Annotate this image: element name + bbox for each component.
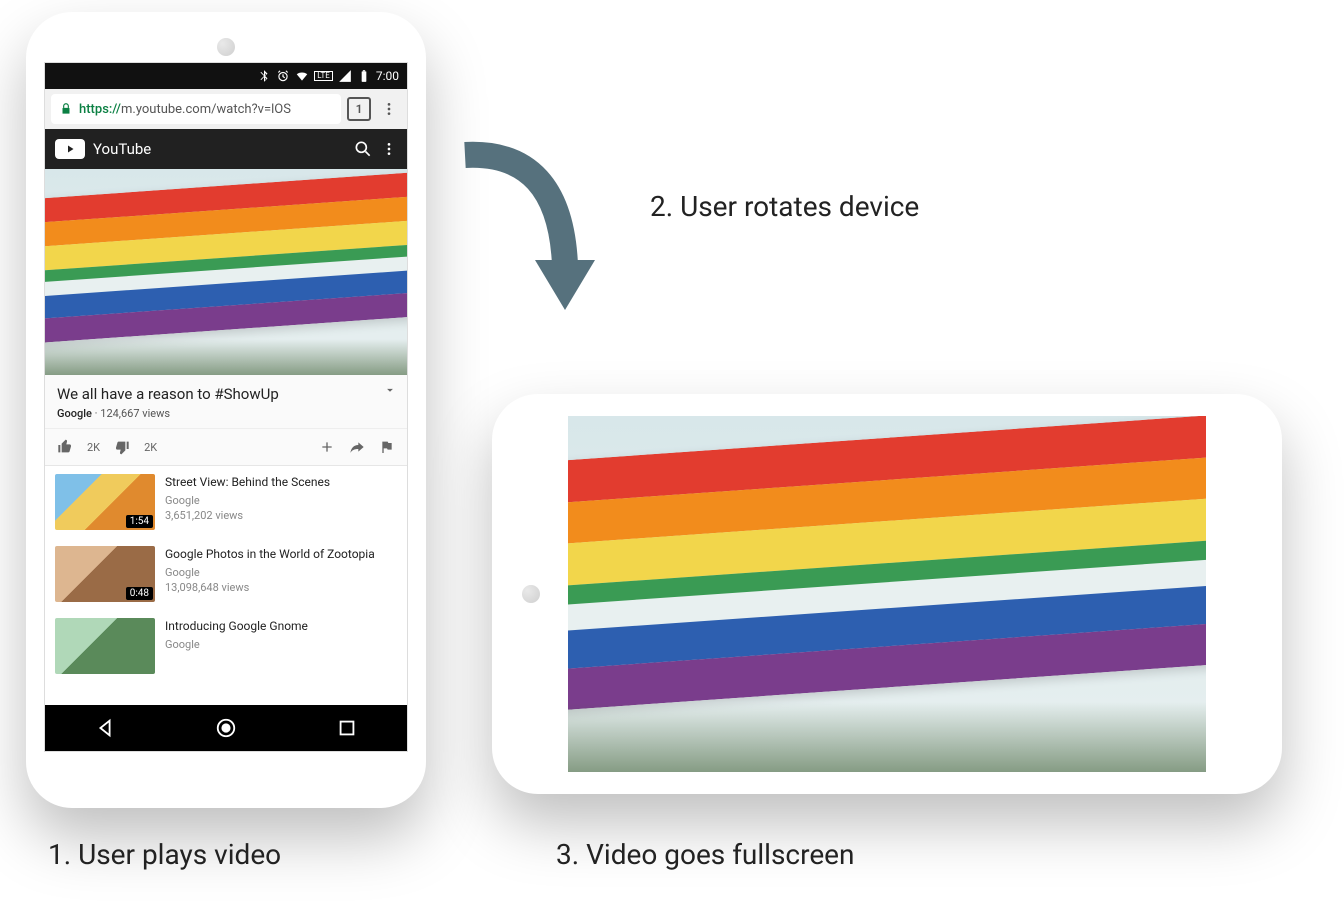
chevron-down-icon[interactable]: [383, 383, 397, 397]
palms: [45, 339, 407, 375]
share-icon[interactable]: [349, 439, 365, 455]
video-actions: 2K 2K: [45, 429, 407, 466]
screen: LTE 7:00 https://m.youtube.com/watch?v=l…: [44, 62, 408, 752]
video-thumbnail: 1:54: [55, 474, 155, 530]
battery-icon: [357, 69, 371, 83]
more-vert-icon[interactable]: [381, 141, 397, 157]
related-channel: Google: [165, 493, 330, 508]
caption-step-3: 3. Video goes fullscreen: [556, 838, 854, 871]
related-item[interactable]: 1:54 Street View: Behind the Scenes Goog…: [45, 466, 407, 538]
lock-icon: [59, 102, 73, 116]
caption-step-2: 2. User rotates device: [650, 190, 919, 223]
wifi-icon: [295, 69, 309, 83]
related-list: 1:54 Street View: Behind the Scenes Goog…: [45, 466, 407, 682]
status-time: 7:00: [376, 69, 399, 83]
back-icon[interactable]: [94, 717, 116, 739]
related-channel: Google: [165, 637, 308, 652]
more-vert-icon: [381, 101, 397, 117]
tab-count-button[interactable]: 1: [347, 97, 371, 121]
related-meta: Street View: Behind the Scenes Google 3,…: [165, 474, 330, 530]
dislike-count: 2K: [144, 441, 157, 454]
recents-icon[interactable]: [336, 717, 358, 739]
bluetooth-icon: [257, 69, 271, 83]
video-fullscreen[interactable]: [568, 416, 1206, 772]
rotate-arrow-icon: [450, 130, 630, 330]
palms: [568, 702, 1206, 772]
url-rest: m.youtube.com/watch?v=lOS: [121, 102, 291, 117]
video-subtitle: Google · 124,667 views: [57, 407, 395, 420]
speaker-grille: [522, 585, 540, 603]
related-title: Google Photos in the World of Zootopia: [165, 546, 375, 563]
duration-badge: 0:48: [126, 587, 153, 600]
video-meta: We all have a reason to #ShowUp Google ·…: [45, 375, 407, 429]
thumbs-down-icon[interactable]: [114, 439, 130, 455]
related-meta: Google Photos in the World of Zootopia G…: [165, 546, 375, 602]
thumbs-up-icon[interactable]: [57, 439, 73, 455]
video-views: 124,667 views: [100, 407, 170, 420]
like-count: 2K: [87, 441, 100, 454]
add-icon[interactable]: [319, 439, 335, 455]
video-player[interactable]: [45, 169, 407, 375]
rainbow-flag: [45, 171, 407, 345]
related-item[interactable]: Introducing Google Gnome Google: [45, 610, 407, 682]
video-channel[interactable]: Google: [57, 407, 92, 420]
related-views: 3,651,202 views: [165, 508, 330, 523]
speaker-grille: [217, 38, 235, 56]
browser-menu-button[interactable]: [377, 101, 401, 117]
related-meta: Introducing Google Gnome Google: [165, 618, 308, 674]
phone-portrait: LTE 7:00 https://m.youtube.com/watch?v=l…: [26, 12, 426, 808]
youtube-logo-icon[interactable]: [55, 139, 85, 159]
browser-url-bar: https://m.youtube.com/watch?v=lOS 1: [45, 89, 407, 129]
flag-icon[interactable]: [379, 439, 395, 455]
home-icon[interactable]: [215, 717, 237, 739]
video-thumbnail: [55, 618, 155, 674]
cell-signal-icon: [338, 69, 352, 83]
related-channel: Google: [165, 565, 375, 580]
search-icon[interactable]: [353, 139, 373, 159]
screen-fullscreen: [562, 410, 1212, 778]
alarm-icon: [276, 69, 290, 83]
duration-badge: 1:54: [126, 515, 153, 528]
url-field[interactable]: https://m.youtube.com/watch?v=lOS: [51, 94, 341, 124]
phone-landscape: [492, 394, 1282, 794]
play-icon: [64, 143, 76, 155]
video-title: We all have a reason to #ShowUp: [57, 385, 395, 403]
related-views: 13,098,648 views: [165, 580, 375, 595]
related-title: Street View: Behind the Scenes: [165, 474, 330, 491]
android-status-bar: LTE 7:00: [45, 63, 407, 89]
video-thumbnail: 0:48: [55, 546, 155, 602]
url-scheme: https://: [79, 102, 121, 117]
caption-step-1: 1. User plays video: [48, 838, 281, 871]
rainbow-flag: [568, 416, 1206, 713]
related-item[interactable]: 0:48 Google Photos in the World of Zooto…: [45, 538, 407, 610]
youtube-title: YouTube: [93, 140, 345, 158]
related-title: Introducing Google Gnome: [165, 618, 308, 635]
youtube-header: YouTube: [45, 129, 407, 169]
tab-count: 1: [356, 102, 363, 116]
signal-label: LTE: [314, 71, 333, 81]
android-nav-bar: [45, 705, 407, 751]
